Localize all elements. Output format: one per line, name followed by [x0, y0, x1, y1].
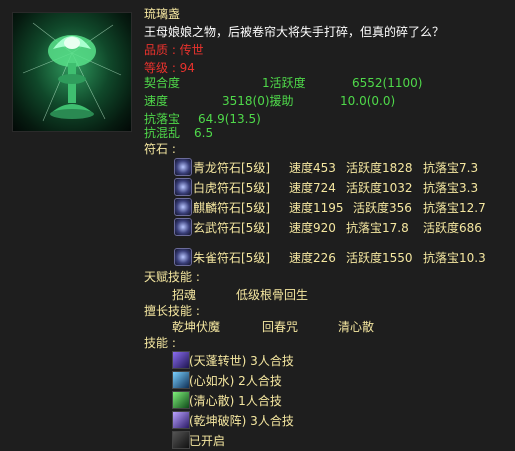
glass-lamp-icon — [22, 22, 122, 122]
rune-stat-c: 活跃度686 — [423, 221, 482, 235]
stat-activity-label: 1活跃度 — [262, 76, 306, 90]
rune-stat-b: 抗落宝17.8 — [346, 221, 409, 235]
skills-heading: 技能 : — [144, 336, 176, 350]
skill-label: (天蓬转世) 3人合技 — [189, 354, 294, 368]
stat-activity-value: 6552(1100) — [352, 76, 423, 90]
specialty-skill[interactable]: 回春咒 — [262, 318, 298, 336]
xinrushui-skill-icon — [172, 371, 190, 389]
rune-stat-b: 活跃度1550 — [346, 251, 413, 265]
skill-label: (清心散) 1人合技 — [189, 394, 282, 408]
rune-name: 青龙符石[5级] — [193, 161, 270, 175]
qingxinsan-skill-icon — [172, 391, 190, 409]
item-portrait-image — [12, 12, 132, 132]
rune-stat-c: 抗落宝7.3 — [423, 161, 479, 175]
item-quality: 品质 : 传世 — [144, 43, 204, 57]
rune-stat-c: 抗落宝12.7 — [423, 201, 486, 215]
skill-label: (乾坤破阵) 3人合技 — [189, 414, 294, 428]
specialty-skill[interactable]: 乾坤伏魔 — [172, 318, 220, 336]
item-tooltip-panel: 琉璃盏 王母娘娘之物，后被卷帘大将失手打碎，但真的碎了么？ 品质 : 传世 等级… — [0, 0, 515, 451]
rune-stat-a: 速度1195 — [289, 201, 344, 215]
rune-stat-a: 速度453 — [289, 161, 336, 175]
stat-speed-label: 速度 — [144, 94, 169, 108]
runes-heading: 符石 : — [144, 142, 176, 156]
stat-assist-value: 10.0(0.0) — [340, 94, 396, 108]
azure-dragon-rune-icon — [174, 158, 192, 176]
rune-name: 朱雀符石[5级] — [193, 251, 270, 265]
tianpeng-skill-icon — [172, 351, 190, 369]
rune-stat-b: 活跃度1828 — [346, 161, 413, 175]
rune-stat-c: 抗落宝3.3 — [423, 181, 479, 195]
skill-label: (心如水) 2人合技 — [189, 374, 282, 388]
rune-name: 麒麟符石[5级] — [193, 201, 270, 215]
stat-speed-value: 3518(0)援助 — [222, 94, 294, 108]
rune-name: 白虎符石[5级] — [193, 181, 270, 195]
rune-stat-c: 抗落宝10.3 — [423, 251, 486, 265]
skill-label: 已开启 — [189, 434, 226, 448]
vermilion-bird-rune-icon — [174, 248, 192, 266]
stat-anticonfuse-value: 6.5 — [194, 126, 214, 140]
rune-stat-a: 速度724 — [289, 181, 336, 195]
specialty-skill[interactable]: 清心散 — [338, 318, 374, 336]
talent-skill[interactable]: 低级根骨回生 — [236, 286, 308, 304]
rune-stat-a: 速度920 — [289, 221, 336, 235]
talent-heading: 天赋技能 : — [144, 270, 200, 284]
qiankunpozhen-skill-icon — [172, 411, 190, 429]
rune-stat-b: 活跃度1032 — [346, 181, 413, 195]
rune-stat-b: 活跃度356 — [353, 201, 412, 215]
rune-name: 玄武符石[5级] — [193, 221, 270, 235]
qilin-rune-icon — [174, 198, 192, 216]
white-tiger-rune-icon — [174, 178, 192, 196]
rune-stat-a: 速度226 — [289, 251, 336, 265]
black-tortoise-rune-icon — [174, 218, 192, 236]
stat-compat-label: 契合度 — [144, 76, 181, 90]
item-description: 王母娘娘之物，后被卷帘大将失手打碎，但真的碎了么？ — [144, 25, 445, 39]
enabled-marker-icon — [172, 431, 190, 449]
item-name: 琉璃盏 — [144, 7, 181, 21]
